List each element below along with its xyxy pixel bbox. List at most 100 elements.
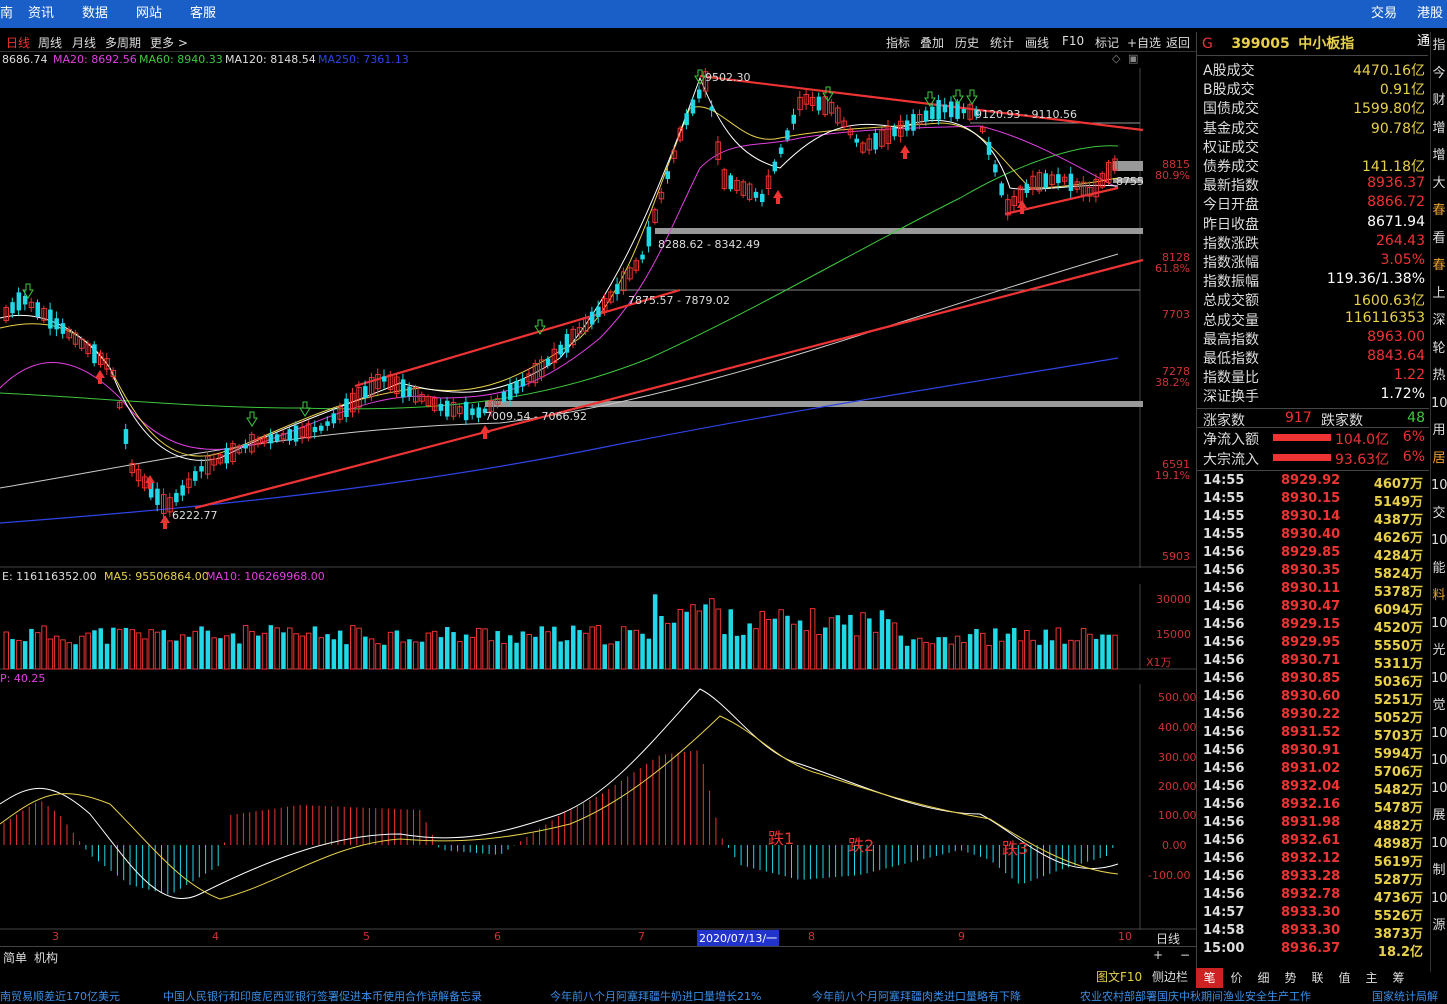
volume-chart[interactable]: 30000 15000 X1万	[0, 584, 1196, 670]
side-news-item[interactable]: 10	[1431, 747, 1447, 775]
tool-f10[interactable]: F10	[1062, 34, 1084, 48]
chart-toolbar: 日线 周线 月线 多周期 更多 > 指标 叠加 历史 统计 画线 F10 标记 …	[0, 32, 1196, 52]
quote-tab[interactable]: 筹	[1385, 968, 1412, 988]
side-news-item[interactable]: 春	[1431, 252, 1447, 280]
side-news-item[interactable]: 10	[1431, 390, 1447, 418]
quote-tab[interactable]: 值	[1331, 968, 1358, 988]
side-news-item[interactable]: 源	[1431, 912, 1447, 940]
side-news-item[interactable]: 10	[1431, 527, 1447, 555]
side-news-item[interactable]: 居	[1431, 445, 1447, 473]
side-news-item[interactable]: 能	[1431, 555, 1447, 583]
side-news-item[interactable]: 展	[1431, 802, 1447, 830]
tick-price: 8930.15	[1281, 491, 1341, 506]
bottom-simple[interactable]: 简单	[3, 949, 27, 966]
tool-add-watch[interactable]: +自选	[1127, 34, 1161, 51]
side-news-item[interactable]: 大	[1431, 170, 1447, 198]
news-item[interactable]: 今年前八个月阿塞拜疆牛奶进口量增长21%	[550, 988, 761, 1004]
nav-trade[interactable]: 交易	[1371, 0, 1397, 28]
add-icon[interactable]: +	[1153, 948, 1163, 962]
side-news-item[interactable]: 制	[1431, 857, 1447, 885]
rise-count: 917	[1285, 410, 1312, 426]
volume-bar	[709, 598, 715, 670]
quote-tab[interactable]: 细	[1250, 968, 1277, 988]
side-news-item[interactable]: 料	[1431, 582, 1447, 610]
candle	[186, 472, 192, 495]
volume-bar	[53, 635, 60, 670]
nav-data[interactable]: 数据	[82, 0, 108, 28]
candle	[1068, 166, 1074, 198]
side-news-item[interactable]: 觉	[1431, 692, 1447, 720]
side-news-item[interactable]: 用	[1431, 417, 1447, 445]
stat-value: 116116353	[1344, 309, 1425, 326]
side-news-item[interactable]: 10	[1431, 472, 1447, 500]
period-multi[interactable]: 多周期	[105, 34, 141, 51]
news-item[interactable]: 南贸易顺差近170亿美元	[0, 988, 120, 1004]
news-item[interactable]: 今年前八个月阿塞拜疆肉类进口量略有下降	[812, 988, 1021, 1004]
tab-sidebar[interactable]: 侧边栏	[1152, 970, 1188, 984]
tab-f10-text[interactable]: 图文F10	[1096, 970, 1142, 984]
bottom-institution[interactable]: 机构	[34, 949, 58, 966]
quote-tab[interactable]: 笔	[1196, 968, 1223, 988]
candle	[123, 423, 129, 450]
close-icon[interactable]: ▣	[1128, 52, 1138, 65]
volume-ma10: MA10: 106269968.00	[206, 570, 325, 583]
news-item[interactable]: 中国人民银行和印度尼西亚银行签署促进本币使用合作谅解备忘录	[163, 988, 482, 1004]
tool-back[interactable]: 返回	[1166, 34, 1190, 51]
news-ticker[interactable]: 南贸易顺差近170亿美元 中国人民银行和印度尼西亚银行签署促进本币使用合作谅解备忘…	[0, 988, 1447, 1004]
tool-mark[interactable]: 标记	[1095, 34, 1119, 51]
period-monthly[interactable]: 月线	[72, 34, 96, 51]
volume-bar	[508, 635, 513, 669]
flow-row: 净流入额 104.0亿 6%	[1203, 429, 1425, 448]
tool-indicator[interactable]: 指标	[886, 34, 910, 51]
tool-stats[interactable]: 统计	[990, 34, 1014, 51]
news-item[interactable]: 农业农村部部署国庆中秋期间渔业安全生产工作	[1080, 988, 1311, 1004]
candle	[1005, 194, 1011, 221]
volume-bar	[545, 631, 551, 670]
quote-tab[interactable]: 价	[1223, 968, 1250, 988]
volume-bar	[281, 632, 286, 669]
candlestick-chart[interactable]: 9502.30 9120.93 - 9110.56 8288.62 - 8342…	[0, 68, 1196, 568]
side-news-item[interactable]: 10	[1431, 885, 1447, 913]
volume-bar	[60, 639, 66, 670]
quote-tab[interactable]: 联	[1304, 968, 1331, 988]
side-news-item[interactable]: 指	[1431, 32, 1447, 60]
quote-tab[interactable]: 主	[1358, 968, 1385, 988]
quote-tab[interactable]: 势	[1277, 968, 1304, 988]
side-news-item[interactable]: 光	[1431, 637, 1447, 665]
side-news-item[interactable]: 10	[1431, 610, 1447, 638]
diamond-icon[interactable]: ◇	[1112, 52, 1120, 65]
period-more[interactable]: 更多 >	[150, 34, 188, 51]
side-news-item[interactable]: 10	[1431, 720, 1447, 748]
side-news-item[interactable]: 热	[1431, 362, 1447, 390]
side-news-item[interactable]: 财	[1431, 87, 1447, 115]
side-news-item[interactable]: 深	[1431, 307, 1447, 335]
news-item[interactable]: 国家统计局解	[1372, 988, 1438, 1004]
side-news-item[interactable]: 增	[1431, 142, 1447, 170]
volume-bar	[608, 643, 614, 670]
side-news-item[interactable]: 增	[1431, 115, 1447, 143]
tool-history[interactable]: 历史	[955, 34, 979, 51]
side-news-item[interactable]: 轮	[1431, 335, 1447, 363]
candle	[740, 179, 747, 199]
side-news-item[interactable]: 10	[1431, 665, 1447, 693]
period-label[interactable]: 日线	[1156, 930, 1180, 947]
macd-chart[interactable]: 跌1 跌2 跌3 500.00 400.00 300.00 200.00 100…	[0, 684, 1196, 930]
period-weekly[interactable]: 周线	[38, 34, 62, 51]
tick-price: 8929.92	[1281, 473, 1341, 488]
period-daily[interactable]: 日线	[6, 34, 30, 51]
side-news-item[interactable]: 上	[1431, 280, 1447, 308]
tool-draw[interactable]: 画线	[1025, 34, 1049, 51]
side-news-item[interactable]: 10	[1431, 830, 1447, 858]
nav-cut[interactable]: 南	[0, 0, 13, 28]
nav-hk-connect[interactable]: 港股通	[1417, 0, 1447, 49]
minus-icon[interactable]: −	[1180, 948, 1190, 962]
side-news-item[interactable]: 今	[1431, 60, 1447, 88]
side-news-item[interactable]: 交	[1431, 500, 1447, 528]
side-news-item[interactable]: 看	[1431, 225, 1447, 253]
nav-service[interactable]: 客服	[190, 0, 216, 28]
side-news-item[interactable]: 10	[1431, 775, 1447, 803]
nav-website[interactable]: 网站	[136, 0, 162, 28]
nav-news[interactable]: 资讯	[28, 0, 54, 28]
tool-overlay[interactable]: 叠加	[920, 34, 944, 51]
side-news-item[interactable]: 春	[1431, 197, 1447, 225]
